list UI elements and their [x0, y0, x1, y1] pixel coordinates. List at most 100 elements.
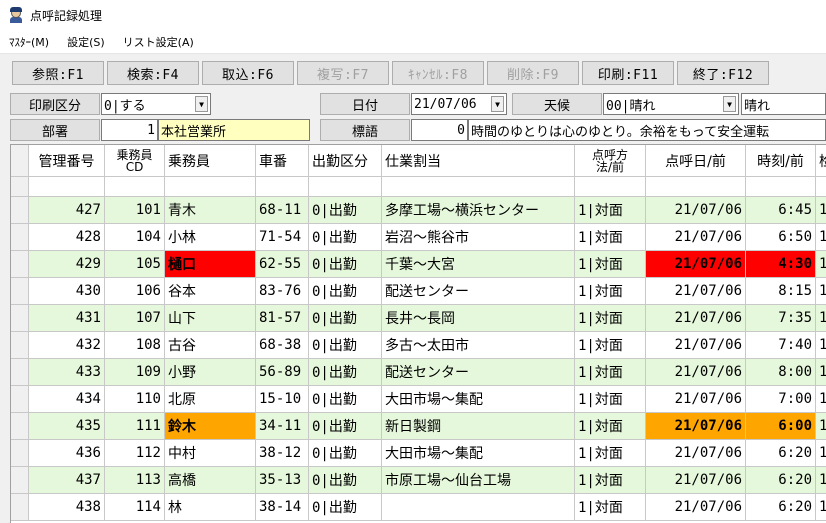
cell-date[interactable]: 21/07/06 [646, 359, 746, 386]
row-selector[interactable] [11, 251, 29, 278]
cell-date[interactable]: 21/07/06 [646, 278, 746, 305]
column-header[interactable]: 出勤区分 [309, 145, 382, 177]
cell-attendance[interactable]: 0|出勤 [309, 278, 382, 305]
cell-management-no[interactable]: 428 [29, 224, 105, 251]
cell-date[interactable]: 21/07/06 [646, 440, 746, 467]
weather-text-field[interactable]: 晴れ [741, 93, 826, 115]
cell-management-no[interactable]: 436 [29, 440, 105, 467]
cell-extra[interactable]: 1 [816, 332, 826, 359]
menu-settings[interactable]: 設定(S) [58, 34, 114, 50]
cell-driver-name[interactable]: 山下 [165, 305, 256, 332]
cell-vehicle-no[interactable]: 34-11 [256, 413, 309, 440]
table-row[interactable]: 436 112 中村 38-12 0|出勤 大田市場～集配 1|対面 21/07/06 6:20… [11, 440, 826, 467]
cell-attendance[interactable]: 0|出勤 [309, 224, 382, 251]
cell-task[interactable]: 長井～長岡 [382, 305, 575, 332]
cell-vehicle-no[interactable]: 62-55 [256, 251, 309, 278]
column-header[interactable]: 乗務員 CD [105, 145, 165, 177]
cell-time[interactable]: 7:00 [746, 386, 816, 413]
cell-extra[interactable]: 1 [816, 359, 826, 386]
cell-vehicle-no[interactable]: 81-57 [256, 305, 309, 332]
cell-method[interactable]: 1|対面 [575, 278, 646, 305]
cell-date[interactable]: 21/07/06 [646, 224, 746, 251]
cell-date[interactable]: 21/07/06 [646, 467, 746, 494]
menu-list-settings[interactable]: リスト設定(A) [114, 34, 203, 50]
cell-vehicle-no[interactable]: 38-14 [256, 494, 309, 521]
table-row[interactable]: 428104小林71-540|出勤岩沼～熊谷市1|対面21/07/066:501 [11, 224, 826, 251]
table-row[interactable]: 434 110 北原 15-10 0|出勤 大田市場～集配 1|対面 21/07/06 7:00… [11, 386, 826, 413]
cell-driver-cd[interactable]: 109 [105, 359, 165, 386]
cell-extra[interactable]: 1 [816, 224, 826, 251]
table-row[interactable]: 438114林38-140|出勤 1|対面21/07/066:201 [11, 494, 826, 521]
menu-master[interactable]: ﾏｽﾀｰ(M) [0, 34, 58, 50]
cell-method[interactable]: 1|対面 [575, 197, 646, 224]
cell-time[interactable]: 7:40 [746, 332, 816, 359]
cell-vehicle-no[interactable]: 68-11 [256, 197, 309, 224]
cell-driver-cd[interactable]: 114 [105, 494, 165, 521]
table-row[interactable]: 431107山下81-570|出勤長井～長岡1|対面21/07/067:351 [11, 305, 826, 332]
cell-driver-name[interactable]: 鈴木 [165, 413, 256, 440]
cell-date[interactable]: 21/07/06 [646, 386, 746, 413]
cell-attendance[interactable]: 0|出勤 [309, 467, 382, 494]
cell-driver-cd[interactable]: 104 [105, 224, 165, 251]
cell-task[interactable]: 千葉～大宮 [382, 251, 575, 278]
table-row[interactable]: 433109小野56-890|出勤配送センター1|対面21/07/068:001 [11, 359, 826, 386]
cell-task[interactable]: 岩沼～熊谷市 [382, 224, 575, 251]
cell-method[interactable]: 1|対面 [575, 359, 646, 386]
delete-button[interactable]: 削除:F9 [487, 61, 579, 85]
cell-date[interactable]: 21/07/06 [646, 494, 746, 521]
cell-driver-name[interactable]: 小林 [165, 224, 256, 251]
column-header[interactable]: 点呼日/前 [646, 145, 746, 177]
cell-attendance[interactable]: 0|出勤 [309, 440, 382, 467]
cell-extra[interactable]: 1 [816, 278, 826, 305]
row-selector[interactable] [11, 413, 29, 440]
cell-attendance[interactable]: 0|出勤 [309, 413, 382, 440]
cell-time[interactable]: 8:15 [746, 278, 816, 305]
cell-driver-name[interactable]: 高橋 [165, 467, 256, 494]
cell-driver-name[interactable]: 谷本 [165, 278, 256, 305]
chevron-down-icon[interactable]: ▼ [195, 96, 208, 112]
cell-task[interactable]: 大田市場～集配 [382, 440, 575, 467]
cell-attendance[interactable]: 0|出勤 [309, 305, 382, 332]
cell-driver-cd[interactable]: 113 [105, 467, 165, 494]
row-selector[interactable] [11, 359, 29, 386]
cell-vehicle-no[interactable]: 35-13 [256, 467, 309, 494]
cell-attendance[interactable]: 0|出勤 [309, 359, 382, 386]
cell-driver-cd[interactable]: 106 [105, 278, 165, 305]
cell-driver-cd[interactable]: 110 [105, 386, 165, 413]
cell-time[interactable]: 8:00 [746, 359, 816, 386]
cell-vehicle-no[interactable]: 83-76 [256, 278, 309, 305]
cell-vehicle-no[interactable]: 15-10 [256, 386, 309, 413]
cell-task[interactable]: 市原工場～仙台工場 [382, 467, 575, 494]
row-selector[interactable] [11, 197, 29, 224]
cell-driver-name[interactable]: 北原 [165, 386, 256, 413]
cell-attendance[interactable]: 0|出勤 [309, 332, 382, 359]
cell-management-no[interactable]: 432 [29, 332, 105, 359]
cell-management-no[interactable]: 431 [29, 305, 105, 332]
cell-attendance[interactable]: 0|出勤 [309, 494, 382, 521]
import-button[interactable]: 取込:F6 [202, 61, 294, 85]
cell-time[interactable]: 6:20 [746, 467, 816, 494]
column-header[interactable]: 检 [816, 145, 826, 177]
cell-driver-name[interactable]: 青木 [165, 197, 256, 224]
table-row[interactable]: 437 113 高橋 35-13 0|出勤 市原工場～仙台工場 1|対面 21/07/06 6:… [11, 467, 826, 494]
row-selector[interactable] [11, 332, 29, 359]
cell-method[interactable]: 1|対面 [575, 413, 646, 440]
cell-driver-cd[interactable]: 107 [105, 305, 165, 332]
browse-button[interactable]: 参照:F1 [12, 61, 104, 85]
cell-vehicle-no[interactable]: 71-54 [256, 224, 309, 251]
cell-management-no[interactable]: 429 [29, 251, 105, 278]
row-selector[interactable] [11, 467, 29, 494]
cell-date[interactable]: 21/07/06 [646, 305, 746, 332]
cell-extra[interactable]: 1 [816, 413, 826, 440]
department-code-field[interactable]: 1 [101, 119, 158, 141]
cell-extra[interactable]: 1 [816, 386, 826, 413]
column-header[interactable]: 車番 [256, 145, 309, 177]
cell-driver-name[interactable]: 樋口 [165, 251, 256, 278]
search-button[interactable]: 検索:F4 [107, 61, 199, 85]
cell-method[interactable]: 1|対面 [575, 494, 646, 521]
row-selector[interactable] [11, 305, 29, 332]
cell-date[interactable]: 21/07/06 [646, 197, 746, 224]
table-row[interactable]: 429105樋口62-550|出勤千葉～大宮1|対面21/07/064:301 [11, 251, 826, 278]
cell-task[interactable]: 新日製鋼 [382, 413, 575, 440]
cell-extra[interactable]: 1 [816, 494, 826, 521]
